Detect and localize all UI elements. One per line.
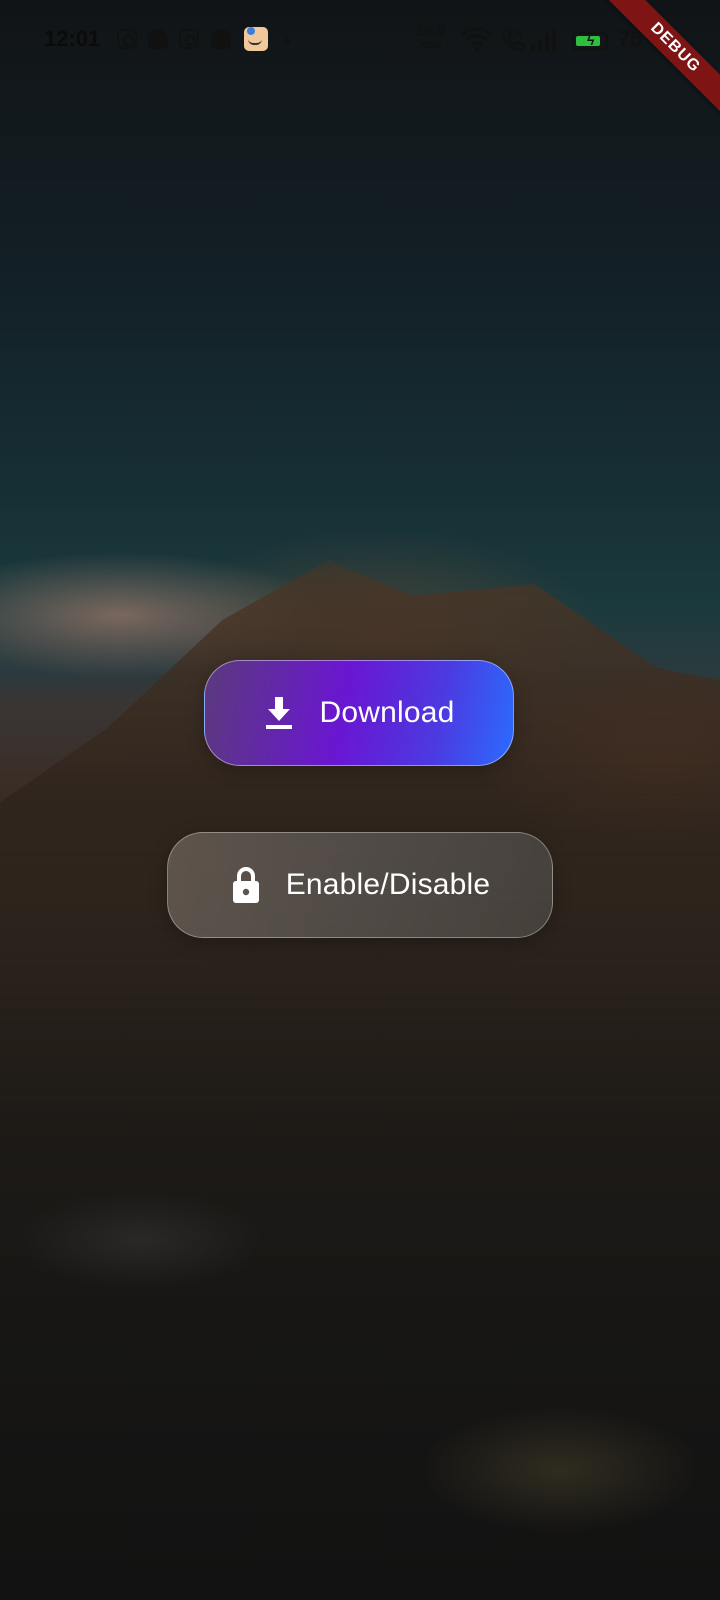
download-icon xyxy=(266,697,293,729)
snapchat-icon xyxy=(148,29,168,49)
network-speed: 16.0 KB/S xyxy=(416,22,446,52)
amazon-icon xyxy=(244,27,268,51)
download-button-label: Download xyxy=(319,696,455,729)
wifi-icon xyxy=(460,27,494,53)
status-time: 12:01 xyxy=(44,26,101,51)
instagram-icon xyxy=(117,29,137,49)
download-button[interactable]: Download xyxy=(204,660,514,766)
cellular-signal-icon xyxy=(531,29,556,51)
enable-disable-button[interactable]: Enable/Disable xyxy=(167,832,553,938)
more-notifications-dot xyxy=(284,38,290,44)
network-speed-unit: KB/S xyxy=(419,40,442,50)
snapchat-icon xyxy=(211,29,231,49)
lock-icon xyxy=(232,867,259,903)
network-speed-value: 16.0 xyxy=(416,22,446,39)
charging-icon: ϟ xyxy=(587,32,595,48)
battery-icon: ϟ xyxy=(572,32,608,50)
status-bar: 12:01 16.0 KB/S ϟ 75 xyxy=(0,0,720,82)
instagram-icon xyxy=(179,29,199,49)
blurred-landscape-wallpaper xyxy=(0,0,720,1600)
wifi-calling-icon xyxy=(501,28,525,52)
enable-disable-button-label: Enable/Disable xyxy=(285,868,491,901)
